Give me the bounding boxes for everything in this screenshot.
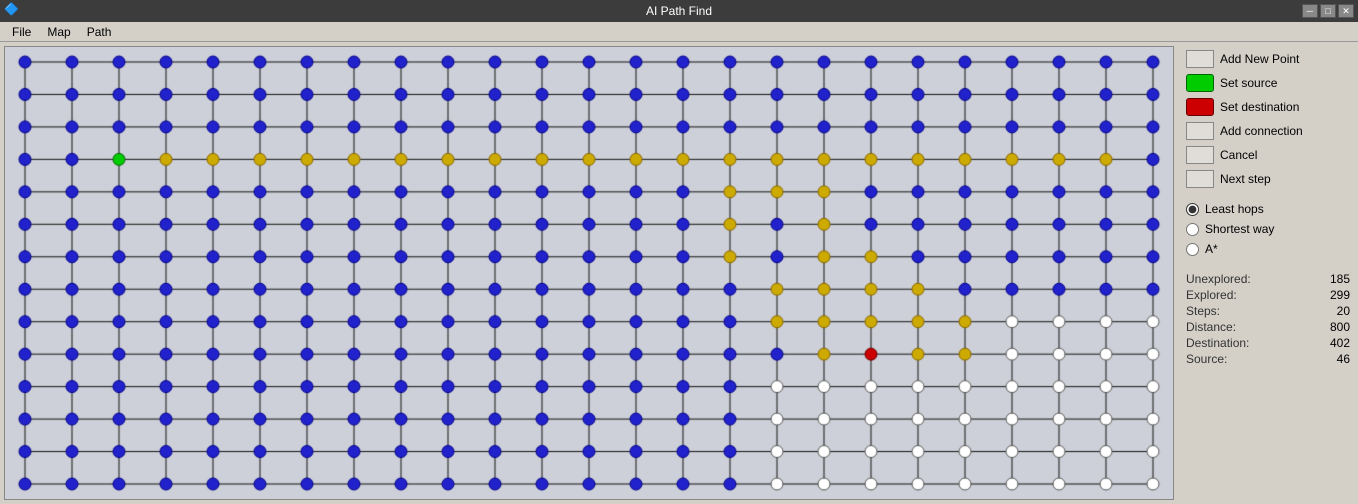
destination-label: Destination: [1186, 336, 1286, 350]
set-source-icon [1186, 74, 1214, 92]
set-destination-row: Set destination [1186, 98, 1350, 116]
a-star-row: A* [1186, 242, 1350, 256]
a-star-radio[interactable] [1186, 243, 1199, 256]
explored-label: Explored: [1186, 288, 1286, 302]
set-source-button[interactable]: Set source [1220, 76, 1277, 90]
add-connection-row: Add connection [1186, 122, 1350, 140]
distance-label: Distance: [1186, 320, 1286, 334]
title-bar: 🔷 AI Path Find ─ □ ✕ [0, 0, 1358, 22]
window-title: AI Path Find [646, 4, 712, 18]
explored-value: 299 [1294, 288, 1350, 302]
least-hops-radio[interactable] [1186, 203, 1199, 216]
menu-path[interactable]: Path [79, 23, 120, 41]
a-star-label[interactable]: A* [1205, 242, 1218, 256]
least-hops-row: Least hops [1186, 202, 1350, 216]
cancel-button[interactable]: Cancel [1220, 148, 1257, 162]
least-hops-label[interactable]: Least hops [1205, 202, 1264, 216]
destination-value: 402 [1294, 336, 1350, 350]
steps-value: 20 [1294, 304, 1350, 318]
steps-label: Steps: [1186, 304, 1286, 318]
next-step-button[interactable]: Next step [1220, 172, 1271, 186]
stats-panel: Unexplored: 185 Explored: 299 Steps: 20 … [1186, 272, 1350, 366]
next-step-icon [1186, 170, 1214, 188]
canvas-area [4, 46, 1174, 500]
maximize-button[interactable]: □ [1320, 4, 1336, 18]
set-destination-button[interactable]: Set destination [1220, 100, 1299, 114]
unexplored-value: 185 [1294, 272, 1350, 286]
add-connection-button[interactable]: Add connection [1220, 124, 1303, 138]
set-source-row: Set source [1186, 74, 1350, 92]
sidebar: Add New Point Set source Set destination… [1178, 42, 1358, 504]
close-button[interactable]: ✕ [1338, 4, 1354, 18]
cancel-row: Cancel [1186, 146, 1350, 164]
menu-bar: File Map Path [0, 22, 1358, 42]
minimize-button[interactable]: ─ [1302, 4, 1318, 18]
source-value: 46 [1294, 352, 1350, 366]
unexplored-label: Unexplored: [1186, 272, 1286, 286]
next-step-row: Next step [1186, 170, 1350, 188]
menu-map[interactable]: Map [39, 23, 78, 41]
shortest-way-radio[interactable] [1186, 223, 1199, 236]
shortest-way-row: Shortest way [1186, 222, 1350, 236]
add-new-point-row: Add New Point [1186, 50, 1350, 68]
add-new-point-button[interactable]: Add New Point [1220, 52, 1299, 66]
add-connection-icon [1186, 122, 1214, 140]
set-destination-icon [1186, 98, 1214, 116]
add-new-point-icon [1186, 50, 1214, 68]
source-label: Source: [1186, 352, 1286, 366]
shortest-way-label[interactable]: Shortest way [1205, 222, 1274, 236]
cancel-icon [1186, 146, 1214, 164]
menu-file[interactable]: File [4, 23, 39, 41]
algorithm-group: Least hops Shortest way A* [1186, 202, 1350, 256]
app-icon: 🔷 [4, 2, 22, 20]
distance-value: 800 [1294, 320, 1350, 334]
